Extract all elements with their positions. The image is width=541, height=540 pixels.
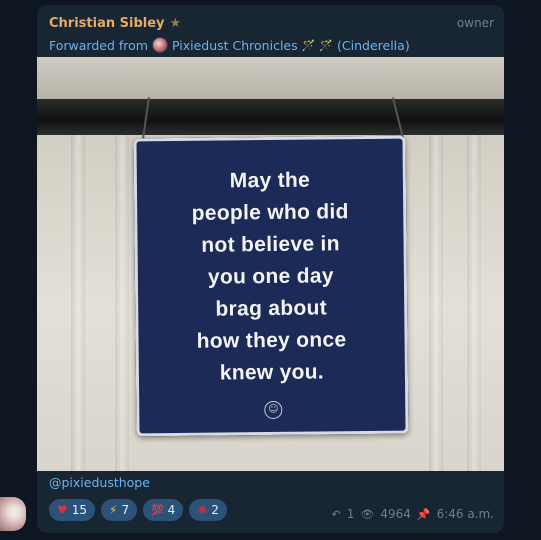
sender-row: Christian Sibley ★	[49, 13, 494, 33]
magic-wand-icon: 🪄	[319, 38, 334, 52]
reaction-count: 7	[121, 503, 130, 517]
message-meta: ↶ 1 👁 4964 📌 6:46 a.m.	[331, 507, 494, 521]
message-time: 6:46 a.m.	[436, 507, 494, 521]
sign-line: May the	[229, 168, 311, 193]
reaction-lightning[interactable]: ⚡ 7	[101, 499, 138, 521]
sign-line: how they once	[196, 328, 347, 353]
sign-line: knew you.	[219, 360, 325, 385]
reply-count: 1	[346, 507, 355, 521]
message-photo[interactable]: May the people who did not believe in yo…	[37, 57, 504, 471]
sign-line: brag about	[215, 296, 328, 321]
owner-badge: owner	[456, 16, 494, 30]
channel-avatar	[151, 37, 168, 53]
wall-stripe	[467, 135, 481, 471]
hundred-icon: 💯	[151, 504, 164, 516]
wall-stripe	[71, 135, 85, 471]
magic-wand-icon: 🪄	[301, 38, 316, 52]
hanging-sign: May the people who did not believe in yo…	[133, 135, 409, 437]
heart-icon: ♥	[57, 503, 68, 517]
reaction-count: 2	[211, 503, 219, 517]
reaction-burst[interactable]: ✺ 2	[189, 499, 227, 521]
wall-stripe	[115, 135, 129, 471]
message-footer: @pixiedusthope ♥ 15 ⚡ 7 💯 4 ✺ 2 ↶ 1 👁 49…	[49, 475, 494, 533]
channel-handle-link[interactable]: @pixiedusthope	[49, 475, 494, 493]
sign-line: you one day	[207, 264, 334, 289]
forwarded-channel[interactable]: Pixiedust Chronicles	[172, 38, 298, 53]
reaction-count: 15	[71, 503, 88, 517]
sign-text: May the people who did not believe in yo…	[144, 164, 398, 391]
reaction-heart[interactable]: ♥ 15	[49, 499, 96, 521]
message-header: Christian Sibley ★ owner Forwarded from …	[49, 13, 494, 57]
ceiling	[37, 57, 504, 99]
lightning-icon: ⚡	[109, 503, 118, 517]
forwarded-from[interactable]: Forwarded from Pixiedust Chronicles 🪄 🪄 …	[49, 36, 494, 54]
wall-stripe	[429, 135, 443, 471]
forwarded-prefix: Forwarded from	[49, 37, 148, 53]
sign-line: people who did	[191, 200, 349, 225]
forwarded-suffix: (Cinderella)	[337, 37, 410, 53]
view-count: 4964	[380, 507, 411, 521]
sender-name[interactable]: Christian Sibley	[49, 16, 165, 31]
pin-icon: 📌	[416, 507, 431, 521]
smiley-icon: ☺	[264, 400, 283, 420]
message-bubble[interactable]: Christian Sibley ★ owner Forwarded from …	[37, 5, 504, 533]
sender-avatar[interactable]	[0, 497, 26, 531]
eye-icon: 👁	[360, 507, 375, 521]
reactions-bar: ♥ 15 ⚡ 7 💯 4 ✺ 2	[49, 499, 227, 521]
sign-line: not believe in	[201, 232, 340, 257]
star-icon: ★	[169, 15, 182, 31]
reaction-count: 4	[167, 503, 176, 517]
reaction-hundred[interactable]: 💯 4	[143, 499, 184, 521]
ceiling-beam	[37, 99, 504, 135]
reply-icon[interactable]: ↶	[331, 508, 340, 521]
burst-icon: ✺	[197, 503, 208, 517]
